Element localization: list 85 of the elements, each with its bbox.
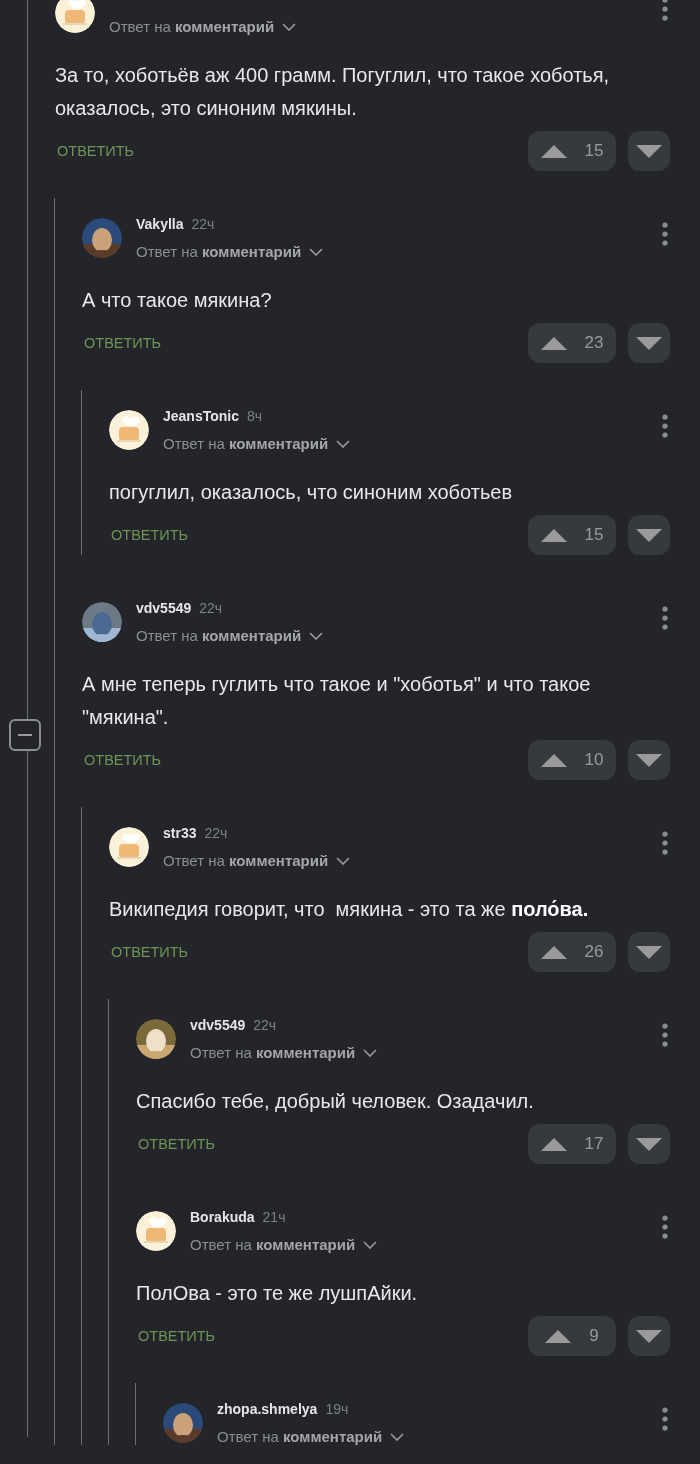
triangle-up-icon[interactable]: [540, 1137, 567, 1151]
avatar-icon[interactable]: [136, 1211, 176, 1251]
username[interactable]: str33: [163, 825, 197, 841]
chevron-down-icon[interactable]: [309, 631, 324, 640]
triangle-up-icon[interactable]: [540, 336, 567, 350]
reply-link[interactable]: ОТВЕТИТЬ: [111, 944, 528, 960]
comment-text: Википедия говорит, что мякина - это та же поло́ва.: [109, 897, 590, 922]
reply-to-link[interactable]: Ответ на комментарий: [163, 852, 329, 869]
triangle-down-icon[interactable]: [636, 144, 662, 158]
upvote-button[interactable]: 26: [528, 932, 616, 972]
chevron-down-icon[interactable]: [336, 856, 351, 865]
more-icon[interactable]: [662, 1407, 668, 1431]
comment-text: ПолОва - это те же лушпАйки.: [136, 1281, 419, 1306]
username[interactable]: vdv5549: [136, 600, 192, 616]
timestamp: 8ч: [247, 408, 263, 424]
comment-text: За то, хоботьёв аж 400 грамм. Погуглил, что такое хоботья, оказалось, это синоним мякины.: [55, 63, 611, 121]
triangle-down-icon[interactable]: [636, 336, 662, 350]
chevron-down-icon[interactable]: [363, 1240, 378, 1249]
reply-to-link[interactable]: Ответ на комментарий: [190, 1044, 356, 1061]
reply-link[interactable]: ОТВЕТИТЬ: [57, 143, 528, 159]
avatar-icon[interactable]: [109, 827, 149, 867]
avatar-icon[interactable]: [109, 410, 149, 450]
more-icon[interactable]: [662, 831, 668, 855]
triangle-up-icon[interactable]: [540, 753, 567, 767]
triangle-down-icon[interactable]: [636, 945, 662, 959]
chevron-down-icon[interactable]: [390, 1432, 405, 1441]
timestamp: 22ч: [199, 600, 223, 616]
comment-text: погуглил, оказалось, что синоним хоботьев: [109, 480, 514, 505]
chevron-down-icon[interactable]: [336, 439, 351, 448]
comment-text: А что такое мякина?: [82, 288, 273, 313]
username[interactable]: zhopa.shmelya: [217, 1401, 318, 1417]
triangle-down-icon[interactable]: [636, 1137, 662, 1151]
more-icon[interactable]: [662, 0, 668, 21]
reply-to-link[interactable]: Ответ на комментарий: [136, 627, 302, 644]
triangle-up-icon[interactable]: [540, 945, 567, 959]
downvote-button[interactable]: [628, 131, 670, 171]
more-icon[interactable]: [662, 222, 668, 246]
reply-to-link[interactable]: Ответ на комментарий: [190, 1236, 356, 1253]
timestamp: 22ч: [191, 216, 215, 232]
upvote-button[interactable]: 15: [528, 515, 616, 555]
downvote-button[interactable]: [628, 1124, 670, 1164]
comment-text: Спасибо тебе, добрый человек. Озадачил.: [136, 1089, 535, 1114]
downvote-button[interactable]: [628, 932, 670, 972]
reply-link[interactable]: ОТВЕТИТЬ: [138, 1328, 528, 1344]
more-icon[interactable]: [662, 414, 668, 438]
upvote-button[interactable]: 9: [528, 1316, 616, 1356]
downvote-button[interactable]: [628, 323, 670, 363]
collapse-button[interactable]: [9, 719, 41, 751]
chevron-down-icon[interactable]: [363, 1048, 378, 1057]
reply-link[interactable]: ОТВЕТИТЬ: [84, 335, 528, 351]
more-icon[interactable]: [662, 1215, 668, 1239]
reply-link[interactable]: ОТВЕТИТЬ: [138, 1136, 528, 1152]
username[interactable]: Vakylla: [136, 216, 184, 232]
comment-text: А мне теперь гуглить что такое и "хоботья" и что такое "мякина".: [82, 672, 592, 730]
username[interactable]: JeansTonic: [163, 408, 239, 424]
reply-link[interactable]: ОТВЕТИТЬ: [84, 752, 528, 768]
upvote-button[interactable]: 15: [528, 131, 616, 171]
upvote-button[interactable]: 23: [528, 323, 616, 363]
chevron-down-icon[interactable]: [282, 22, 297, 31]
reply-to-link[interactable]: Ответ на комментарий: [163, 435, 329, 452]
more-icon[interactable]: [662, 606, 668, 630]
timestamp: 22ч: [204, 825, 228, 841]
triangle-up-icon[interactable]: [540, 144, 567, 158]
triangle-down-icon[interactable]: [636, 528, 662, 542]
timestamp: 21ч: [262, 1209, 286, 1225]
upvote-button[interactable]: 10: [528, 740, 616, 780]
reply-to-link[interactable]: Ответ на комментарий: [217, 1428, 383, 1445]
downvote-button[interactable]: [628, 1316, 670, 1356]
timestamp: 22ч: [253, 1017, 277, 1033]
reply-to-link[interactable]: Ответ на комментарий: [109, 18, 275, 35]
triangle-up-icon[interactable]: [545, 1329, 572, 1343]
downvote-button[interactable]: [628, 515, 670, 555]
more-icon[interactable]: [662, 1023, 668, 1047]
upvote-button[interactable]: 17: [528, 1124, 616, 1164]
reply-to-link[interactable]: Ответ на комментарий: [136, 243, 302, 260]
timestamp: 19ч: [325, 1401, 349, 1417]
reply-link[interactable]: ОТВЕТИТЬ: [111, 527, 528, 543]
downvote-button[interactable]: [628, 740, 670, 780]
avatar-icon[interactable]: [55, 0, 95, 33]
triangle-down-icon[interactable]: [636, 1329, 662, 1343]
triangle-up-icon[interactable]: [540, 528, 567, 542]
username[interactable]: vdv5549: [190, 1017, 246, 1033]
triangle-down-icon[interactable]: [636, 753, 662, 767]
chevron-down-icon[interactable]: [309, 247, 324, 256]
username[interactable]: Borakuda: [190, 1209, 255, 1225]
